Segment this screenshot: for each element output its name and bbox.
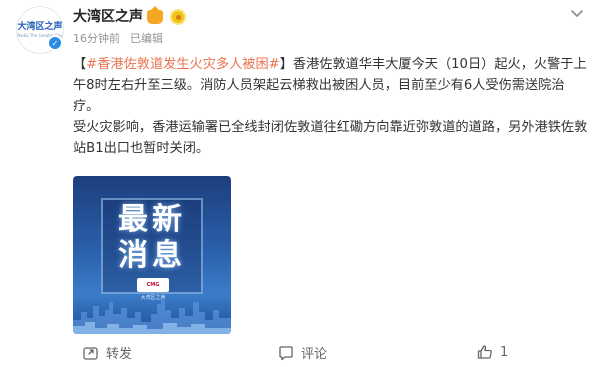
chevron-down-icon[interactable]	[568, 4, 586, 22]
share-label: 转发	[106, 347, 133, 362]
post-meta: 16分钟前 已编辑	[73, 31, 163, 47]
post-content: 【#香港佐敦道发生火灾多人被困#】香港佐敦道华丰大厦今天（10日）起火，火警于上…	[73, 54, 589, 159]
like-button[interactable]: 1	[476, 343, 508, 361]
account-name[interactable]: 大湾区之声	[73, 8, 143, 26]
comment-icon	[279, 345, 293, 360]
cmg-logo-text: CMG	[146, 282, 160, 288]
medal-badge-icon[interactable]	[170, 9, 186, 25]
share-icon	[83, 346, 98, 360]
comment-button[interactable]: 评论	[277, 343, 327, 362]
edited-label[interactable]: 已编辑	[130, 31, 163, 47]
share-button[interactable]: 转发	[82, 343, 132, 362]
post-paragraph-2: 受火灾影响，香港运输署已全线封闭佐敦道往红磡方向靠近弥敦道的道路，另外港铁佐敦站…	[73, 120, 588, 156]
like-count: 1	[500, 344, 509, 360]
post-action-bar: 转发 评论 1	[0, 340, 596, 367]
avatar-logo-text: 大湾区之声	[17, 21, 63, 32]
comment-label: 评论	[301, 347, 328, 362]
bracket-close: 】	[279, 57, 293, 72]
news-headline-line-1: 最新	[118, 202, 186, 237]
cmg-logo: CMG	[137, 278, 169, 292]
topic-hashtag-link[interactable]: #香港佐敦道发生火灾多人被困#	[86, 57, 280, 72]
news-headline-line-2: 消息	[118, 238, 186, 273]
city-skyline-illustration	[73, 298, 231, 334]
post-paragraph-1: 【#香港佐敦道发生火灾多人被困#】香港佐敦道华丰大厦今天（10日）起火，火警于上…	[73, 54, 589, 117]
news-image[interactable]: 最新 消息 CMG 大湾区之声	[73, 176, 231, 334]
bracket-open: 【	[73, 57, 87, 72]
thumbs-up-icon	[477, 345, 492, 359]
post-time[interactable]: 16分钟前	[73, 31, 120, 47]
verified-badge-icon: ✓	[47, 35, 63, 51]
crown-badge-icon[interactable]	[147, 6, 163, 24]
